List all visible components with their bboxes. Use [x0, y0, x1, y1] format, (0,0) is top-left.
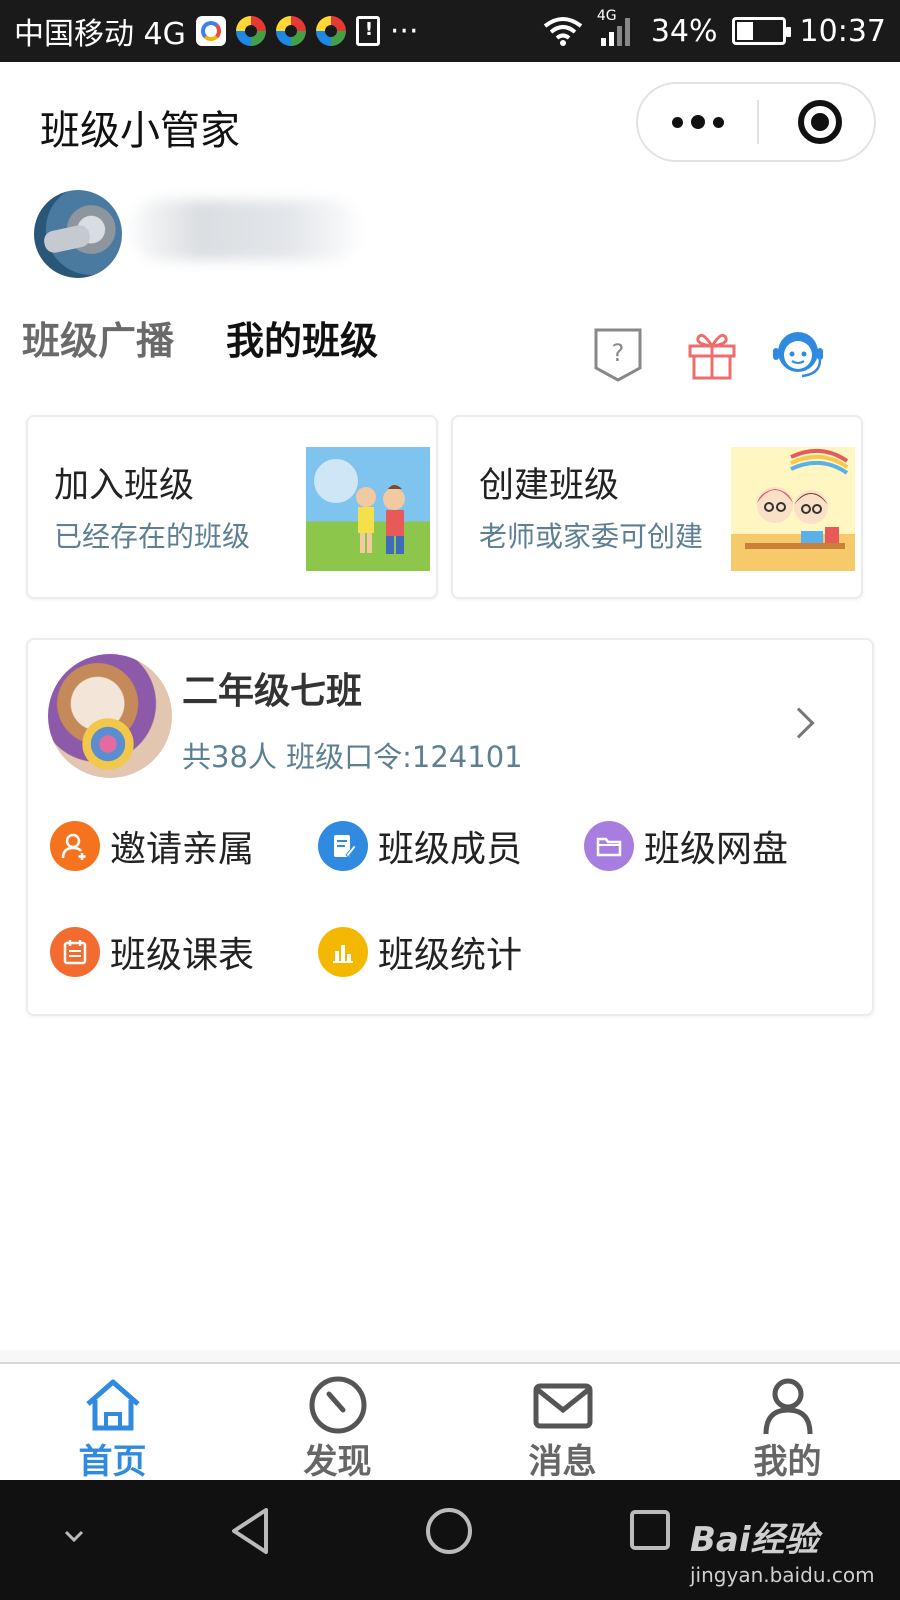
app-notification-icon — [235, 16, 266, 46]
nav-shadow — [0, 1350, 900, 1362]
carrier-label: 中国移动 4G — [14, 17, 186, 52]
add-user-icon — [50, 821, 100, 871]
app-notification-icon — [275, 16, 306, 46]
compass-icon — [309, 1376, 367, 1434]
baidu-cloud-icon — [195, 16, 226, 46]
class-disk-button[interactable]: 班级网盘 — [584, 820, 788, 872]
join-class-title: 加入班级 — [54, 466, 195, 506]
capsule-divider — [757, 100, 759, 144]
wifi-icon — [543, 16, 583, 46]
more-menu-button[interactable] — [638, 84, 758, 160]
create-class-title: 创建班级 — [479, 466, 620, 506]
svg-text:?: ? — [612, 339, 625, 367]
app-header: 班级小管家 — [0, 62, 900, 182]
nav-home[interactable]: 首页 — [0, 1364, 225, 1482]
class-schedule-button[interactable]: 班级课表 — [50, 926, 254, 978]
home-icon — [86, 1379, 140, 1431]
cell-signal-icon: 4G — [597, 8, 637, 48]
create-class-card[interactable]: 创建班级 老师或家委可创建 — [451, 415, 863, 599]
close-miniprogram-button[interactable] — [798, 100, 842, 144]
network-type-label: 4G — [596, 8, 617, 24]
tab-my-class[interactable]: 我的班级 — [226, 310, 378, 365]
folder-icon — [584, 821, 634, 871]
invite-relatives-button[interactable]: 邀请亲属 — [50, 820, 254, 872]
customer-service-icon[interactable] — [770, 326, 826, 382]
app-notification-icon — [315, 16, 346, 46]
battery-percent: 34% — [650, 13, 718, 49]
member-list-icon — [318, 821, 368, 871]
bottom-nav: 首页 发现 消息 我的 — [0, 1364, 900, 1482]
home-circle-icon[interactable] — [424, 1506, 474, 1556]
more-notifications: ··· — [389, 13, 419, 49]
bar-chart-icon — [318, 927, 368, 977]
class-members-label: 班级成员 — [378, 829, 523, 870]
class-stats-button[interactable]: 班级统计 — [318, 926, 522, 978]
study-illustration — [731, 447, 855, 571]
class-stats-label: 班级统计 — [378, 935, 523, 976]
back-icon[interactable] — [228, 1506, 272, 1556]
gift-icon[interactable] — [684, 326, 740, 382]
watermark-url: jingyan.baidu.com — [690, 1563, 875, 1587]
username-blurred — [130, 200, 360, 260]
create-class-subtitle: 老师或家委可创建 — [479, 520, 704, 553]
nav-home-label: 首页 — [78, 1442, 147, 1482]
class-avatar — [48, 654, 172, 778]
watermark-brand: Bai经验 — [690, 1520, 819, 1560]
class-card[interactable]: 二年级七班 共38人 班级口令:124101 邀请亲属 班级成员 班级网盘 班级… — [26, 638, 874, 1016]
mail-icon — [533, 1383, 593, 1429]
class-meta: 共38人 班级口令:124101 — [182, 740, 523, 774]
class-disk-label: 班级网盘 — [644, 829, 789, 870]
invite-relatives-label: 邀请亲属 — [110, 829, 255, 870]
class-schedule-label: 班级课表 — [110, 935, 255, 976]
nav-messages-label: 消息 — [528, 1442, 597, 1482]
nav-me[interactable]: 我的 — [675, 1364, 900, 1482]
nav-discover[interactable]: 发现 — [225, 1364, 450, 1482]
calendar-icon — [50, 927, 100, 977]
recents-icon[interactable] — [628, 1508, 672, 1552]
person-icon — [763, 1378, 813, 1435]
nav-discover-label: 发现 — [303, 1442, 372, 1482]
join-class-card[interactable]: 加入班级 已经存在的班级 — [26, 415, 438, 599]
hide-nav-icon[interactable] — [62, 1528, 86, 1544]
app-title: 班级小管家 — [40, 108, 240, 154]
user-avatar[interactable] — [34, 190, 122, 278]
battery-icon — [731, 17, 791, 45]
nav-messages[interactable]: 消息 — [450, 1364, 675, 1482]
miniprogram-capsule — [636, 82, 876, 162]
baidu-jingyan-watermark: Bai经验 jingyan.baidu.com — [690, 1512, 875, 1587]
chevron-right-icon[interactable] — [783, 707, 815, 739]
clock: 10:37 — [799, 13, 886, 49]
tab-class-broadcast[interactable]: 班级广播 — [22, 310, 174, 365]
more-dots-icon — [672, 116, 683, 128]
help-icon[interactable]: ? — [590, 326, 646, 382]
status-bar: 中国移动 4G ··· 4G 34% 10:37 — [0, 0, 900, 62]
class-members-button[interactable]: 班级成员 — [318, 820, 522, 872]
class-name: 二年级七班 — [182, 671, 363, 712]
join-class-subtitle: 已经存在的班级 — [54, 520, 251, 553]
battery-warning-icon — [355, 16, 380, 46]
nav-me-label: 我的 — [753, 1442, 822, 1482]
kids-illustration — [306, 447, 430, 571]
